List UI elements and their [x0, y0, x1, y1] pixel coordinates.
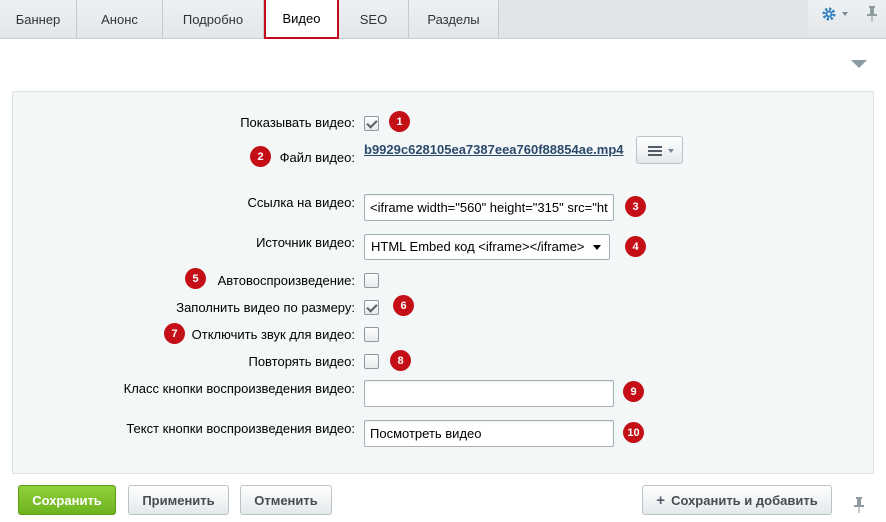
video-link-input[interactable]: <iframe width="560" height="315" src="ht — [364, 194, 614, 221]
video-link-label: Ссылка на видео: — [247, 195, 355, 210]
play-button-class-input[interactable] — [364, 380, 614, 407]
mute-label: Отключить звук для видео: — [191, 327, 355, 342]
badge-3: 3 — [625, 196, 646, 217]
cancel-button[interactable]: Отменить — [240, 485, 332, 515]
badge-6: 6 — [393, 295, 414, 316]
fit-video-label: Заполнить видео по размеру: — [176, 300, 355, 315]
file-menu-button[interactable] — [636, 136, 683, 164]
tab-banner[interactable]: Баннер — [0, 0, 77, 38]
chevron-down-icon — [593, 245, 601, 250]
loop-checkbox[interactable] — [364, 354, 379, 369]
gear-dropdown-caret-icon[interactable] — [842, 12, 848, 16]
save-and-add-button[interactable]: + Сохранить и добавить — [642, 485, 832, 515]
hamburger-menu-icon — [648, 146, 662, 158]
loop-label: Повторять видео: — [248, 354, 355, 369]
badge-10: 10 — [623, 422, 644, 443]
play-button-class-label: Класс кнопки воспроизведения видео: — [123, 381, 355, 396]
play-button-text-label: Текст кнопки воспроизведения видео: — [126, 421, 355, 436]
pin-icon[interactable] — [853, 496, 865, 514]
chevron-down-icon — [668, 149, 674, 153]
save-button[interactable]: Сохранить — [18, 485, 116, 515]
badge-5: 5 — [185, 268, 206, 289]
tab-bar: Баннер Анонс Подробно Видео SEO Разделы — [0, 0, 886, 39]
apply-button[interactable]: Применить — [128, 485, 229, 515]
tab-video[interactable]: Видео — [264, 0, 339, 39]
video-file-label: Файл видео: — [279, 150, 355, 165]
badge-9: 9 — [623, 381, 644, 402]
badge-4: 4 — [625, 236, 646, 257]
save-and-add-label: Сохранить и добавить — [671, 492, 818, 508]
collapse-arrow-icon[interactable] — [851, 60, 867, 68]
badge-1: 1 — [389, 111, 410, 132]
tab-details[interactable]: Подробно — [163, 0, 264, 38]
video-source-select[interactable]: HTML Embed код <iframe></iframe> — [364, 234, 610, 260]
fit-video-checkbox[interactable] — [364, 300, 379, 315]
video-source-value: HTML Embed код <iframe></iframe> — [371, 239, 585, 254]
video-file-link[interactable]: b9929c628105ea7387eea760f88854ae.mp4 — [364, 142, 624, 157]
show-video-checkbox[interactable] — [364, 116, 379, 131]
video-source-label: Источник видео: — [256, 235, 355, 250]
mute-checkbox[interactable] — [364, 327, 379, 342]
autoplay-label: Автовоспроизведение: — [217, 273, 355, 288]
play-button-text-input[interactable]: Посмотреть видео — [364, 420, 614, 447]
badge-8: 8 — [390, 350, 411, 371]
badge-2: 2 — [250, 146, 271, 167]
autoplay-checkbox[interactable] — [364, 273, 379, 288]
badge-7: 7 — [164, 323, 185, 344]
plus-icon: + — [656, 491, 666, 509]
tab-seo[interactable]: SEO — [339, 0, 409, 38]
tab-sections[interactable]: Разделы — [409, 0, 499, 38]
gear-icon[interactable] — [821, 6, 837, 22]
pin-icon[interactable] — [866, 5, 878, 23]
show-video-label: Показывать видео: — [240, 115, 355, 130]
tab-announcement[interactable]: Анонс — [77, 0, 163, 38]
